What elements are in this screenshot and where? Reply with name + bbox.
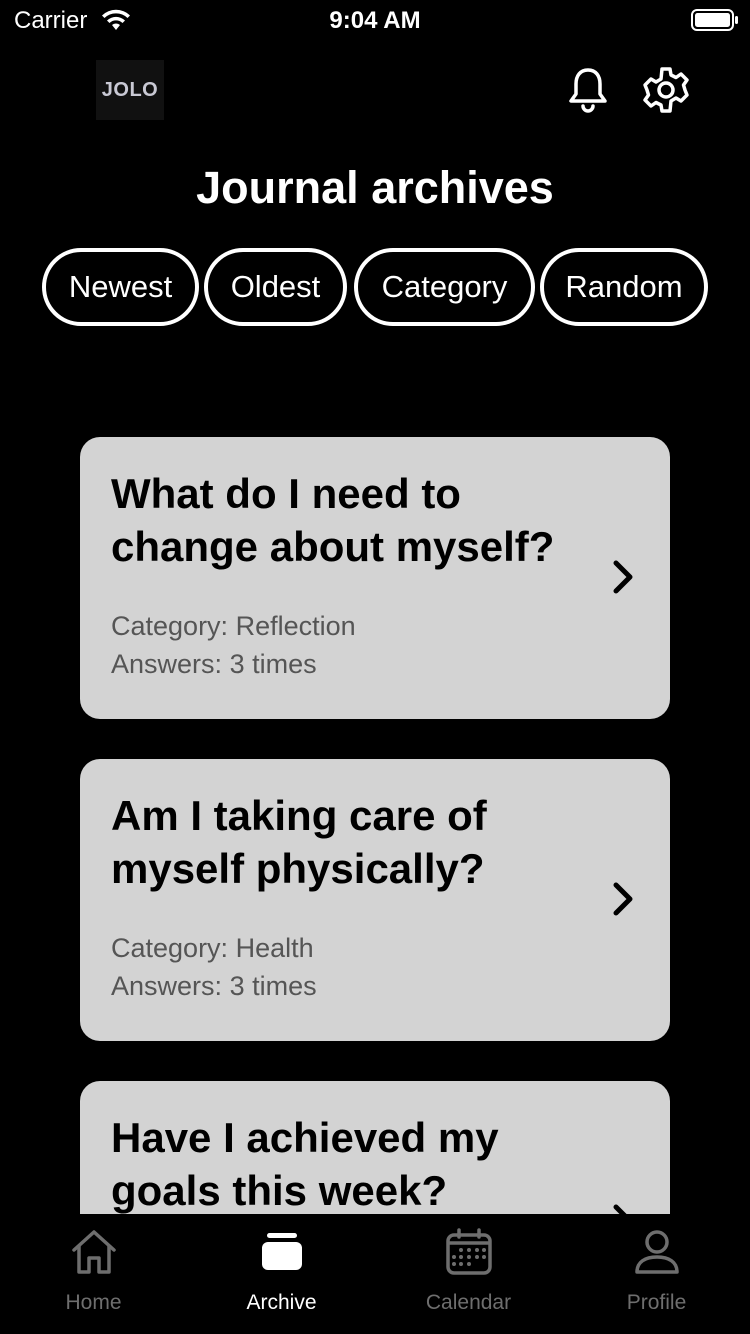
- bell-icon[interactable]: [566, 66, 610, 114]
- tab-home[interactable]: Home: [0, 1214, 187, 1334]
- tab-archive-label: Archive: [246, 1291, 317, 1314]
- card-answers: Answers: 3 times: [111, 971, 317, 1002]
- card-question: What do I need to change about myself?: [111, 470, 555, 570]
- filter-newest-button[interactable]: Newest: [42, 248, 199, 326]
- filter-random-button[interactable]: Random: [540, 248, 708, 326]
- card-category: Category: Reflection: [111, 611, 356, 642]
- page-title: Journal archives: [196, 162, 554, 213]
- tab-profile[interactable]: Profile: [563, 1214, 750, 1334]
- gear-icon[interactable]: [642, 66, 690, 114]
- tab-profile-label: Profile: [626, 1291, 687, 1314]
- journal-card[interactable]: What do I need to change about myself? C…: [80, 437, 670, 719]
- app-logo: JOLO: [96, 60, 164, 120]
- answers-label: Answers:: [111, 649, 223, 679]
- tab-archive[interactable]: Archive: [188, 1214, 375, 1334]
- tab-home-label: Home: [65, 1291, 122, 1314]
- category-label: Category:: [111, 611, 229, 641]
- tab-calendar-label: Calendar: [425, 1291, 512, 1314]
- card-question: Am I taking care of myself physically?: [111, 792, 487, 892]
- logo-text: JOLO: [101, 79, 159, 101]
- category-value: Health: [235, 933, 314, 963]
- home-icon: [71, 1230, 116, 1274]
- answers-value: 3 times: [229, 971, 317, 1001]
- category-value: Reflection: [235, 611, 356, 641]
- status-time: 9:04 AM: [329, 7, 421, 34]
- chevron-right-icon[interactable]: [608, 1201, 638, 1214]
- profile-icon: [634, 1230, 679, 1274]
- chevron-right-icon[interactable]: [608, 557, 638, 597]
- filter-oldest-button[interactable]: Oldest: [204, 248, 347, 326]
- card-question: Have I achieved my goals this week?: [111, 1114, 499, 1214]
- calendar-icon: [445, 1228, 492, 1275]
- chevron-right-icon[interactable]: [608, 879, 638, 919]
- tab-bar: Home Archive Calendar Profile: [0, 1214, 750, 1334]
- card-category: Category: Health: [111, 933, 314, 964]
- status-bar: Carrier 9:04 AM: [0, 0, 750, 40]
- card-answers: Answers: 3 times: [111, 649, 317, 680]
- category-label: Category:: [111, 933, 229, 963]
- journal-list[interactable]: What do I need to change about myself? C…: [0, 330, 750, 1214]
- archive-icon: [261, 1233, 302, 1270]
- filter-category-button[interactable]: Category: [354, 248, 535, 326]
- tab-calendar[interactable]: Calendar: [375, 1214, 562, 1334]
- battery-icon: [691, 9, 738, 31]
- journal-card[interactable]: Am I taking care of myself physically? C…: [80, 759, 670, 1041]
- answers-label: Answers:: [111, 971, 223, 1001]
- answers-value: 3 times: [229, 649, 317, 679]
- journal-card[interactable]: Have I achieved my goals this week?: [80, 1081, 670, 1214]
